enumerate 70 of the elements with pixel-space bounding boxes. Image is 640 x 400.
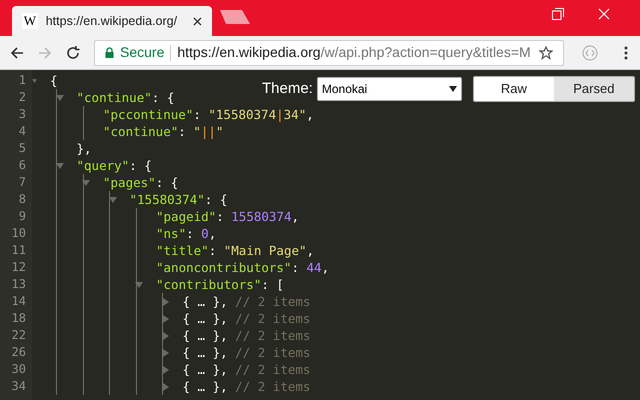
expanded-toggle-icon[interactable] <box>56 162 64 170</box>
code-line: "title": "Main Page", <box>156 242 314 259</box>
line-number: 3 <box>18 106 27 123</box>
back-icon[interactable] <box>10 46 24 60</box>
code-line: { … }, // 2 items <box>182 378 310 395</box>
code-line: { … }, // 2 items <box>182 310 310 327</box>
code-line: "pages": { <box>103 174 178 191</box>
code-line: { … }, // 2 items <box>182 293 310 310</box>
line-number: 1 <box>18 72 27 89</box>
collapsed-toggle-icon[interactable] <box>162 332 170 340</box>
caret-icon <box>448 86 457 92</box>
code-line: "continue": "||" <box>103 123 224 140</box>
extension-icon[interactable] <box>582 44 598 60</box>
line-number: 26 <box>10 344 27 361</box>
code-line: "contributors": [ <box>156 276 284 293</box>
menu-icon[interactable] <box>624 46 628 60</box>
line-number: 5 <box>18 140 27 157</box>
star-icon[interactable] <box>539 46 553 60</box>
code-line: }, <box>76 140 92 157</box>
tab-title: https://en.wikipedia.org/ <box>46 12 178 30</box>
line-number: 11 <box>10 242 27 259</box>
line-number: 13 <box>10 276 27 293</box>
collapsed-toggle-icon[interactable] <box>162 348 170 356</box>
code-line: "pccontinue": "15580374|34", <box>103 106 314 123</box>
view-toggle-button[interactable]: Raw <box>474 77 554 101</box>
line-number: 22 <box>10 327 27 344</box>
theme-dropdown[interactable]: Monokai <box>316 77 462 101</box>
security-label: Secure <box>120 43 164 62</box>
code-line: { <box>50 72 58 89</box>
new-tab-button[interactable] <box>220 10 250 24</box>
forward-icon[interactable] <box>38 46 52 60</box>
collapsed-toggle-icon[interactable] <box>162 298 170 306</box>
restore-icon[interactable] <box>552 8 564 20</box>
collapsed-toggle-icon[interactable] <box>162 314 170 322</box>
code-line: { … }, // 2 items <box>182 361 310 378</box>
line-number: 34 <box>10 378 27 395</box>
line-number: 30 <box>10 361 27 378</box>
code-line: "ns": 0, <box>156 225 216 242</box>
lock-icon <box>105 47 114 58</box>
expanded-toggle-icon[interactable] <box>56 94 64 102</box>
line-number: 2 <box>18 89 27 106</box>
collapsed-toggle-icon[interactable] <box>162 366 170 374</box>
code-line: "15580374": { <box>130 191 228 208</box>
expanded-toggle-icon[interactable] <box>108 196 116 204</box>
favicon: W <box>22 13 38 29</box>
reload-icon[interactable] <box>66 46 80 60</box>
address-bar[interactable]: Secure https://en.wikipedia.org/w/api.php?action=query&titles=M <box>94 40 564 66</box>
expanded-toggle-icon[interactable] <box>82 178 90 186</box>
code-line: { … }, // 2 items <box>182 327 310 344</box>
line-number: 4 <box>18 123 27 140</box>
line-number: 9 <box>18 208 27 225</box>
browser-tab[interactable]: W https://en.wikipedia.org/ <box>12 6 212 36</box>
expanded-toggle-icon[interactable] <box>135 280 143 288</box>
code-line: "query": { <box>76 157 152 174</box>
line-number: 18 <box>10 310 27 327</box>
close-icon[interactable] <box>193 16 202 26</box>
collapsed-toggle-icon[interactable] <box>162 382 170 390</box>
code-line: "pageid": 15580374, <box>156 208 300 225</box>
code-line: "continue": { <box>76 89 174 106</box>
line-number: 8 <box>18 191 27 208</box>
line-number: 7 <box>18 174 27 191</box>
line-number: 12 <box>10 259 27 276</box>
url-text: https://en.wikipedia.org/w/api.php?action=query&titles=M <box>177 43 532 62</box>
code-line: "anoncontributors": 44, <box>156 259 330 276</box>
line-number: 6 <box>18 157 27 174</box>
view-toggle-button[interactable]: Parsed <box>554 77 634 101</box>
theme-label: Theme: <box>262 78 313 99</box>
line-number: 14 <box>10 293 27 310</box>
code-line: { … }, // 2 items <box>182 344 310 361</box>
line-number: 10 <box>10 225 27 242</box>
